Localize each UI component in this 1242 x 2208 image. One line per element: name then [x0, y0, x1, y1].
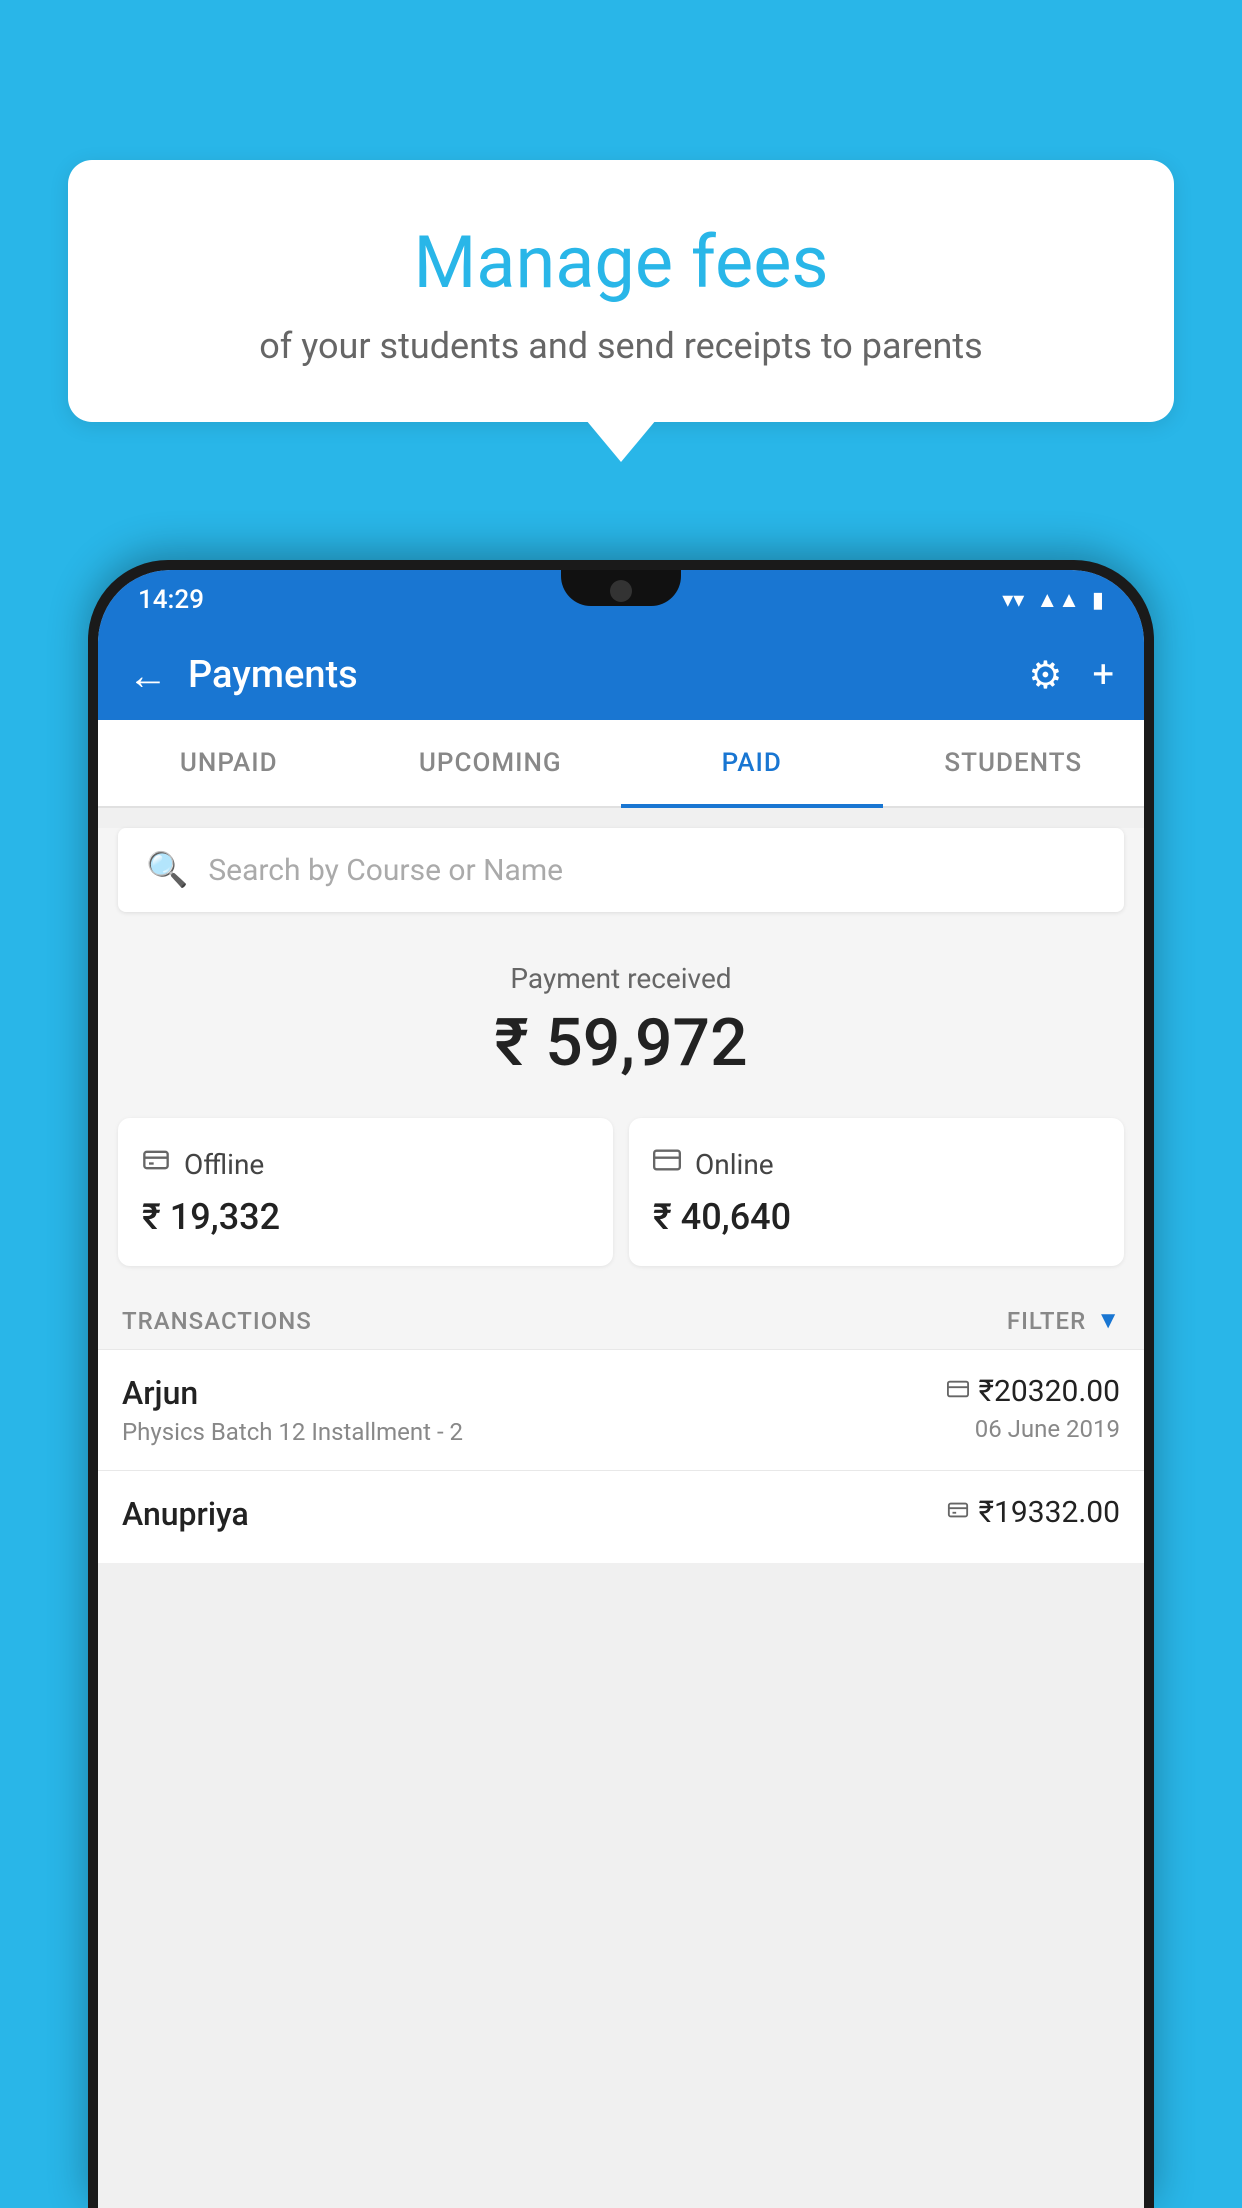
status-icons: ▾▾ ▲▲ ▮ [1002, 587, 1104, 613]
transactions-header: TRANSACTIONS FILTER ▼ [98, 1286, 1144, 1349]
bubble-subtitle: of your students and send receipts to pa… [118, 325, 1124, 367]
notch [561, 570, 681, 606]
transaction-anupriya-amount-wrap: ₹19332.00 [947, 1495, 1120, 1530]
main-content: 🔍 Search by Course or Name Payment recei… [98, 828, 1144, 1563]
search-icon: 🔍 [146, 850, 188, 890]
online-amount: ₹ 40,640 [653, 1196, 1100, 1238]
payment-received-section: Payment received ₹ 59,972 [98, 932, 1144, 1102]
payment-received-amount: ₹ 59,972 [118, 1005, 1124, 1082]
tab-upcoming[interactable]: UPCOMING [360, 720, 622, 806]
back-button[interactable]: ← [128, 652, 168, 699]
battery-icon: ▮ [1092, 588, 1104, 613]
app-bar-actions: ⚙ + [1028, 653, 1114, 698]
transaction-arjun-amount-wrap: ₹20320.00 [947, 1374, 1120, 1409]
app-bar: ← Payments ⚙ + [98, 630, 1144, 720]
camera [610, 580, 632, 602]
transaction-anupriya-amount: ₹19332.00 [979, 1495, 1120, 1530]
status-time: 14:29 [138, 585, 204, 615]
online-card: Online ₹ 40,640 [629, 1118, 1124, 1266]
search-input[interactable]: Search by Course or Name [208, 853, 563, 888]
transaction-anupriya-right: ₹19332.00 [947, 1495, 1120, 1536]
tab-paid[interactable]: PAID [621, 720, 883, 806]
transaction-arjun-amount: ₹20320.00 [979, 1374, 1120, 1409]
screen: 14:29 ▾▾ ▲▲ ▮ ← Payments ⚙ + UNPAID UP [98, 570, 1144, 2208]
transaction-row[interactable]: Arjun Physics Batch 12 Installment - 2 [98, 1349, 1144, 1470]
page-title: Payments [188, 653, 1028, 697]
transactions-label: TRANSACTIONS [122, 1307, 312, 1335]
tab-unpaid[interactable]: UNPAID [98, 720, 360, 806]
offline-icon [142, 1146, 170, 1182]
filter-icon: ▼ [1096, 1306, 1120, 1335]
online-label: Online [695, 1148, 774, 1181]
phone-frame: 14:29 ▾▾ ▲▲ ▮ ← Payments ⚙ + UNPAID UP [88, 560, 1154, 2208]
signal-icon: ▲▲ [1036, 587, 1080, 613]
transaction-arjun-desc: Physics Batch 12 Installment - 2 [122, 1418, 463, 1446]
transaction-arjun-name: Arjun [122, 1374, 463, 1412]
transaction-anupriya-left: Anupriya [122, 1495, 249, 1539]
transaction-anupriya-icon [947, 1499, 969, 1527]
online-card-header: Online [653, 1146, 1100, 1182]
transaction-arjun-right: ₹20320.00 06 June 2019 [947, 1374, 1120, 1443]
transaction-arjun-date: 06 June 2019 [947, 1415, 1120, 1443]
offline-amount: ₹ 19,332 [142, 1196, 589, 1238]
speech-bubble: Manage fees of your students and send re… [68, 160, 1174, 422]
transaction-row[interactable]: Anupriya ₹19332.00 [98, 1470, 1144, 1563]
transaction-arjun-left: Arjun Physics Batch 12 Installment - 2 [122, 1374, 463, 1446]
search-bar[interactable]: 🔍 Search by Course or Name [118, 828, 1124, 912]
filter-button[interactable]: FILTER ▼ [1007, 1306, 1120, 1335]
payment-received-label: Payment received [118, 962, 1124, 995]
phone-inner: 14:29 ▾▾ ▲▲ ▮ ← Payments ⚙ + UNPAID UP [98, 570, 1144, 2208]
settings-icon[interactable]: ⚙ [1028, 653, 1062, 698]
offline-label: Offline [184, 1148, 264, 1181]
online-icon [653, 1146, 681, 1182]
tab-students[interactable]: STUDENTS [883, 720, 1145, 806]
filter-label: FILTER [1007, 1307, 1086, 1335]
offline-card-header: Offline [142, 1146, 589, 1182]
wifi-icon: ▾▾ [1002, 588, 1024, 613]
transaction-anupriya-name: Anupriya [122, 1495, 249, 1533]
add-icon[interactable]: + [1092, 653, 1114, 697]
payment-cards: Offline ₹ 19,332 Online [98, 1102, 1144, 1286]
offline-card: Offline ₹ 19,332 [118, 1118, 613, 1266]
transaction-arjun-icon [947, 1378, 969, 1406]
tabs-bar: UNPAID UPCOMING PAID STUDENTS [98, 720, 1144, 808]
bubble-title: Manage fees [118, 220, 1124, 305]
